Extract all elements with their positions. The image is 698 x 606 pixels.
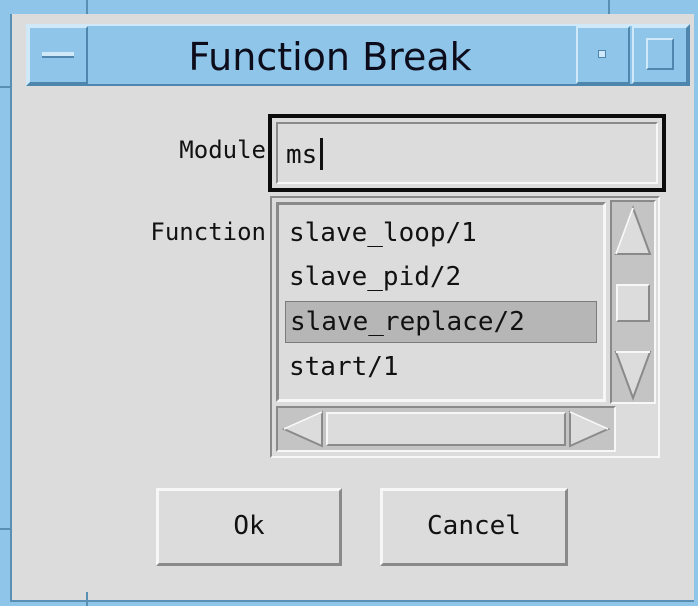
module-label: Module [179, 136, 266, 164]
frame-corner-mark [86, 0, 88, 14]
frame-corner-mark [0, 86, 10, 88]
scroll-left-arrow-icon[interactable] [280, 410, 326, 448]
horizontal-scroll-thumb[interactable] [326, 412, 566, 446]
window-title: Function Break [188, 35, 472, 79]
module-input[interactable]: ms [268, 114, 666, 192]
ok-button[interactable]: Ok [156, 488, 342, 566]
text-cursor [320, 138, 323, 170]
vertical-scroll-thumb[interactable] [616, 284, 650, 322]
window-menu-icon [42, 52, 74, 58]
function-list[interactable]: slave_loop/1 slave_pid/2 slave_replace/2… [276, 202, 606, 402]
horizontal-scrollbar[interactable] [276, 406, 616, 452]
frame-corner-mark [86, 592, 88, 606]
scroll-right-arrow-icon[interactable] [568, 410, 612, 448]
frame-corner-mark [608, 0, 610, 14]
frame-corner-mark [0, 528, 10, 530]
vertical-scrollbar[interactable] [610, 200, 656, 404]
list-item[interactable]: slave_pid/2 [285, 257, 597, 299]
maximize-button[interactable] [632, 26, 688, 84]
minimize-button[interactable] [576, 26, 630, 84]
cancel-button[interactable]: Cancel [380, 488, 568, 566]
maximize-icon [646, 38, 674, 70]
list-item-selected[interactable]: slave_replace/2 [285, 301, 597, 343]
list-item[interactable]: start/1 [285, 347, 597, 389]
scroll-down-arrow-icon[interactable] [614, 348, 652, 402]
module-input-value: ms [286, 140, 318, 170]
list-item[interactable]: slave_loop/1 [285, 213, 597, 255]
minimize-icon [598, 50, 606, 58]
function-label: Function [150, 218, 266, 246]
scroll-up-arrow-icon[interactable] [614, 204, 652, 258]
module-input-field: ms [276, 122, 658, 184]
window-menu-button[interactable] [28, 26, 88, 84]
